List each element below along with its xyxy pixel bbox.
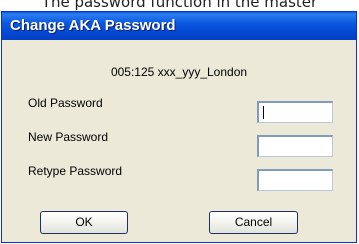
ok-button[interactable]: OK <box>40 211 128 234</box>
old-password-label: Old Password <box>28 96 103 110</box>
new-password-label: New Password <box>28 130 109 144</box>
retype-password-input[interactable] <box>257 169 333 191</box>
cancel-button[interactable]: Cancel <box>209 211 298 234</box>
retype-password-label: Retype Password <box>28 164 123 178</box>
old-password-input[interactable] <box>257 101 333 123</box>
screenshot-page: The password function in the master Chan… <box>0 0 359 244</box>
dialog-title: Change AKA Password <box>10 17 176 34</box>
change-password-dialog: Change AKA Password 005:125 xxx_yyy_Lond… <box>1 11 357 243</box>
account-identifier: 005:125 xxx_yyy_London <box>110 65 248 79</box>
new-password-input[interactable] <box>257 135 333 157</box>
text-cursor <box>263 106 264 119</box>
background-caption: The password function in the master <box>41 0 318 11</box>
dialog-title-bar[interactable]: Change AKA Password <box>2 12 356 40</box>
